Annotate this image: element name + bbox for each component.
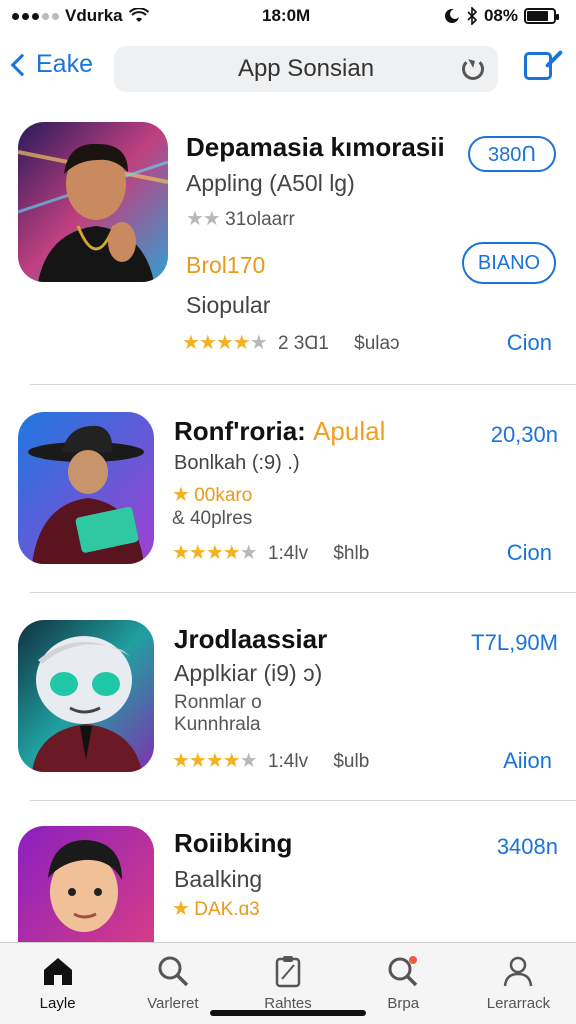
tab-profile[interactable]: Lerarrack: [461, 943, 576, 1024]
chevron-left-icon: [10, 53, 34, 76]
clipboard-icon: [275, 956, 301, 988]
profile-icon: [504, 956, 533, 987]
divider: [30, 592, 576, 593]
secondary-button-label: BIANO: [477, 251, 541, 274]
star-half-icon: ★: [239, 750, 258, 772]
app-icon: [18, 826, 154, 942]
stats-row: ★★★★★ 1:4lv $hlb: [172, 540, 369, 565]
get-button[interactable]: Cion: [507, 540, 552, 566]
rating-text: 31olaarr: [225, 209, 295, 230]
status-bar: Vdurka 18:0M 08%: [0, 0, 576, 32]
app-icon: [18, 122, 168, 282]
stats-row: ★★★★★ 2 3Ɑ1 $ulaɔ: [182, 330, 400, 355]
app-title: Jrodlaassiar: [174, 624, 328, 654]
tab-label: Layle: [39, 995, 76, 1012]
list-item[interactable]: Roiibking 3408n Baalking ★ DAK.ɑ3: [0, 824, 576, 942]
tab-label: Brpa: [387, 995, 420, 1012]
app-popularity: Siopular: [186, 292, 271, 318]
star-rating-icon: ★★★★: [172, 542, 241, 564]
get-button[interactable]: Aiion: [503, 748, 552, 774]
info-line-1: ★ DAK.ɑ3: [172, 896, 260, 921]
app-title: Depamasia kımorasii: [186, 132, 445, 162]
get-button[interactable]: Cion: [507, 330, 552, 356]
back-label: Eake: [36, 50, 93, 78]
refresh-icon[interactable]: [462, 58, 484, 80]
app-icon: [18, 620, 154, 772]
home-icon: [43, 958, 72, 985]
status-left: Vdurka: [12, 6, 149, 26]
stats-row: ★★★★★ 1:4lv $ulb: [172, 748, 369, 773]
status-right: 08%: [444, 6, 559, 26]
info-line-2-text: 40plres: [189, 508, 253, 529]
divider: [30, 800, 576, 801]
star-rating-icon: ★★★★: [182, 332, 251, 354]
bluetooth-icon: [467, 7, 478, 25]
secondary-button[interactable]: BIANO: [462, 242, 556, 284]
wifi-icon: [128, 8, 149, 22]
info-line-1: ★ 00karo: [172, 482, 252, 507]
tab-label: Lerarrack: [486, 995, 551, 1012]
rating-row: ★★ 31olaarr: [186, 206, 295, 231]
app-icon: [18, 412, 154, 564]
star-half-icon: ★: [249, 332, 268, 354]
info-line-2: & 40plres: [172, 508, 252, 530]
app-subtitle: Appling (A50l lg): [186, 170, 355, 196]
list-item[interactable]: Ronf'roria: Apulal 20,30n Bonlkah (:9) .…: [0, 410, 576, 590]
nav-title: App Sonsian: [237, 55, 375, 82]
app-title-accent: Apulal: [313, 416, 386, 446]
rating-count: 1:4lv: [267, 751, 309, 772]
app-size: $ulaɔ: [354, 333, 400, 354]
back-button[interactable]: Eake: [8, 50, 93, 79]
divider: [30, 384, 576, 385]
home-indicator: [210, 1010, 366, 1016]
app-size: $hlb: [333, 543, 370, 564]
info-line-1-text: DAK.ɑ3: [194, 899, 260, 920]
navigation-bar: Eake App Sonsian: [0, 40, 576, 96]
app-title: Roiibking: [174, 828, 293, 858]
star-icon: ★: [172, 484, 190, 506]
app-category: Brol170: [186, 252, 266, 278]
battery-fill: [527, 11, 548, 21]
star-half-icon: ★: [239, 542, 258, 564]
title-search-field[interactable]: App Sonsian: [114, 46, 498, 92]
list-item[interactable]: Jrodlaassiar T7L,90M Applkiar (i9) ɔ) Ro…: [0, 618, 576, 798]
battery-percent: 08%: [483, 6, 518, 25]
app-title: Ronf'roria: Apulal: [174, 416, 385, 447]
app-subtitle: Bonlkah (:9) .): [174, 452, 300, 474]
info-line-2: Kunnhrala: [174, 714, 261, 735]
price-button[interactable]: 380Ո: [468, 136, 556, 172]
star-rating-icon: ★★★★: [172, 750, 241, 772]
price-label: 380Ո: [487, 143, 536, 166]
notification-search-icon: [388, 956, 418, 987]
signal-icon: [12, 12, 59, 20]
app-size: $ulb: [333, 751, 370, 772]
search-icon: [158, 956, 189, 987]
star-icon: ★: [172, 898, 190, 920]
app-subtitle: Baalking: [174, 866, 263, 892]
info-line-1: Ronmlar o: [174, 692, 262, 713]
tab-label: Varleret: [147, 995, 199, 1012]
app-subtitle: Applkiar (i9) ɔ): [174, 660, 323, 686]
battery-icon: [524, 8, 559, 24]
app-title-main: Ronf'roria:: [174, 416, 306, 446]
tab-home[interactable]: Layle: [0, 943, 115, 1024]
price-label[interactable]: 20,30n: [491, 422, 558, 448]
info-line-1-text: 00karo: [194, 485, 253, 506]
list-item[interactable]: Depamasia kımorasii 380Ո Appling (A50l l…: [0, 120, 576, 384]
star-rating-icon: ★★: [186, 208, 221, 230]
status-time: 18:0M: [262, 6, 311, 25]
rating-count: 1:4lv: [267, 543, 309, 564]
rating-count: 2 3Ɑ1: [277, 333, 329, 354]
compose-icon[interactable]: [524, 52, 552, 80]
carrier-label: Vdurka: [65, 6, 123, 25]
moon-icon: [444, 9, 460, 23]
ampersand-icon: &: [172, 508, 185, 529]
price-label[interactable]: 3408n: [497, 834, 558, 860]
price-label[interactable]: T7L,90M: [471, 630, 558, 656]
